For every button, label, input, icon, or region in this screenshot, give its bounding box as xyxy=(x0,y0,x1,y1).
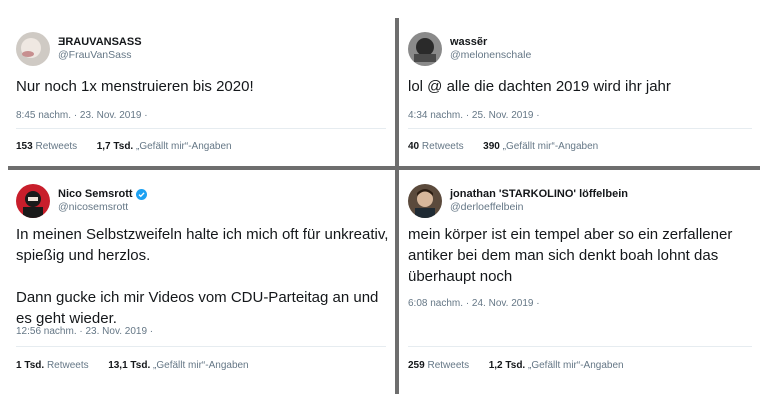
tweet-stats: 153 Retweets 1,7 Tsd. „Gefällt mir“-Anga… xyxy=(16,141,232,152)
avatar[interactable] xyxy=(408,32,442,66)
display-name[interactable]: wassẽr xyxy=(450,36,531,49)
avatar[interactable] xyxy=(16,184,50,218)
like-label[interactable]: „Gefällt mir“-Angaben xyxy=(136,141,232,152)
like-count[interactable]: 1,7 Tsd. xyxy=(97,141,134,152)
display-name[interactable]: ƎRAUVANSASS xyxy=(58,36,142,49)
tweet-text: lol @ alle die dachten 2019 wird ihr jah… xyxy=(408,78,671,95)
tweet-text: Nur noch 1x menstruieren bis 2020! xyxy=(16,78,254,95)
horizontal-divider xyxy=(8,166,760,170)
tweet-card[interactable]: jonathan 'STARKOLINO' löffelbein @derloe… xyxy=(400,170,760,394)
retweet-count[interactable]: 1 Tsd. xyxy=(16,360,44,371)
retweet-label[interactable]: Retweets xyxy=(427,360,469,371)
handle[interactable]: @melonenschale xyxy=(450,49,531,62)
display-name[interactable]: jonathan 'STARKOLINO' löffelbein xyxy=(450,188,628,201)
retweet-label[interactable]: Retweets xyxy=(422,141,464,152)
handle[interactable]: @FrauVanSass xyxy=(58,49,142,62)
tweet-text: In meinen Selbstzweifeln halte ich mich … xyxy=(16,226,389,327)
like-count[interactable]: 390 xyxy=(483,141,500,152)
retweet-count[interactable]: 259 xyxy=(408,360,425,371)
tweet-stats: 1 Tsd. Retweets 13,1 Tsd. „Gefällt mir“-… xyxy=(16,360,249,371)
tweet-stats: 40 Retweets 390 „Gefällt mir“-Angaben xyxy=(408,141,598,152)
tweet-timestamp[interactable]: 6:08 nachm. · 24. Nov. 2019 · xyxy=(408,298,540,309)
divider xyxy=(16,346,386,347)
tweet-timestamp[interactable]: 8:45 nachm. · 23. Nov. 2019 · xyxy=(16,110,148,121)
handle[interactable]: @derloeffelbein xyxy=(450,201,628,214)
display-name[interactable]: Nico Semsrott xyxy=(58,188,133,201)
tweet-card[interactable]: Nico Semsrott @nicosemsrott In meinen Se… xyxy=(8,170,394,394)
divider xyxy=(408,346,752,347)
tweet-header: ƎRAUVANSASS @FrauVanSass xyxy=(16,32,142,66)
like-label[interactable]: „Gefällt mir“-Angaben xyxy=(528,360,624,371)
tweet-timestamp[interactable]: 4:34 nachm. · 25. Nov. 2019 · xyxy=(408,110,540,121)
like-count[interactable]: 13,1 Tsd. xyxy=(108,360,150,371)
tweet-card[interactable]: ƎRAUVANSASS @FrauVanSass Nur noch 1x men… xyxy=(8,18,394,166)
tweet-text: mein körper ist ein tempel aber so ein z… xyxy=(408,226,733,285)
like-label[interactable]: „Gefällt mir“-Angaben xyxy=(153,360,249,371)
divider xyxy=(16,128,386,129)
retweet-count[interactable]: 153 xyxy=(16,141,33,152)
retweet-label[interactable]: Retweets xyxy=(35,141,77,152)
avatar[interactable] xyxy=(408,184,442,218)
like-count[interactable]: 1,2 Tsd. xyxy=(489,360,526,371)
tweet-header: jonathan 'STARKOLINO' löffelbein @derloe… xyxy=(408,184,628,218)
handle[interactable]: @nicosemsrott xyxy=(58,201,147,214)
tweet-collage: ƎRAUVANSASS @FrauVanSass Nur noch 1x men… xyxy=(0,18,768,394)
like-label[interactable]: „Gefällt mir“-Angaben xyxy=(503,141,599,152)
retweet-label[interactable]: Retweets xyxy=(47,360,89,371)
vertical-divider xyxy=(395,18,399,394)
verified-badge-icon xyxy=(135,189,147,200)
retweet-count[interactable]: 40 xyxy=(408,141,419,152)
divider xyxy=(408,128,752,129)
tweet-timestamp[interactable]: 12:56 nachm. · 23. Nov. 2019 · xyxy=(16,326,153,337)
tweet-card[interactable]: wassẽr @melonenschale lol @ alle die dac… xyxy=(400,18,760,166)
tweet-stats: 259 Retweets 1,2 Tsd. „Gefällt mir“-Anga… xyxy=(408,360,624,371)
tweet-header: wassẽr @melonenschale xyxy=(408,32,531,66)
tweet-header: Nico Semsrott @nicosemsrott xyxy=(16,184,147,218)
avatar[interactable] xyxy=(16,32,50,66)
